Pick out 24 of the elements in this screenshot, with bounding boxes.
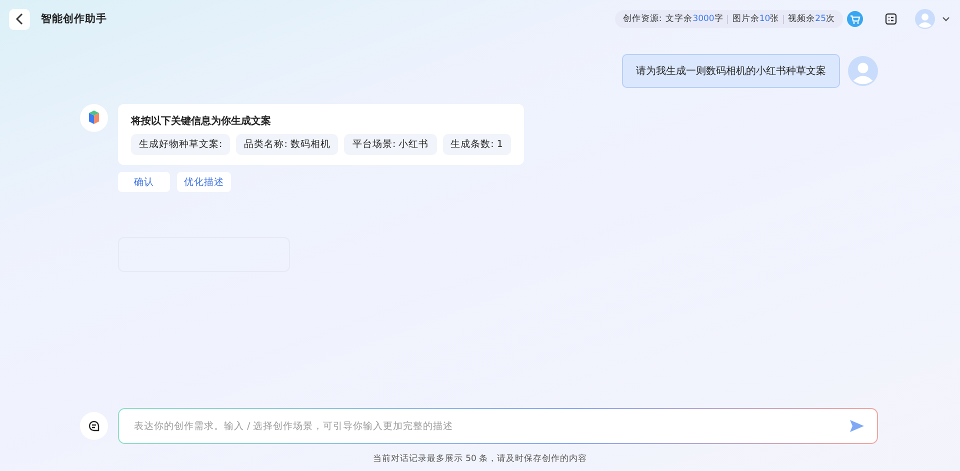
caret-icon[interactable] [942, 16, 950, 22]
keyword-tag: 平台场景: 小红书 [344, 134, 437, 155]
resource-count: 视频余25次 [788, 13, 835, 25]
assistant-logo-icon [80, 104, 108, 132]
resource-count: 图片余10张 [732, 13, 780, 25]
back-icon [14, 13, 24, 25]
footer-note: 当前对话记录最多展示 50 条，请及时保存创作的内容 [372, 452, 588, 466]
keyword-tag: 品类名称: 数码相机 [236, 134, 338, 155]
cart-icon[interactable] [847, 11, 863, 27]
prompt-input-field[interactable]: 表达你的创作需求。输入 / 选择创作场景，可引导你输入更加完整的描述 [118, 408, 878, 444]
message-title: 将按以下关键信息为你生成文案 [131, 114, 272, 128]
list-icon[interactable] [885, 13, 897, 25]
action-button[interactable]: 确认 [118, 172, 170, 192]
chat-icon [88, 420, 100, 432]
keyword-tag: 生成条数: 1 [442, 134, 511, 155]
action-button[interactable]: 优化描述 [177, 172, 231, 192]
avatar-icon [848, 56, 878, 86]
resource-count: 文字余3000字 [666, 13, 724, 25]
page-title: 智能创作助手 [41, 12, 107, 26]
back-button[interactable] [9, 8, 30, 30]
user-message: 请为我生成一则数码相机的小红书种草文案 [622, 54, 840, 88]
new-chat-button[interactable] [80, 412, 108, 440]
resources-label: 创作资源: [622, 13, 662, 25]
keyword-tag: 生成好物种草文案: [131, 134, 230, 155]
